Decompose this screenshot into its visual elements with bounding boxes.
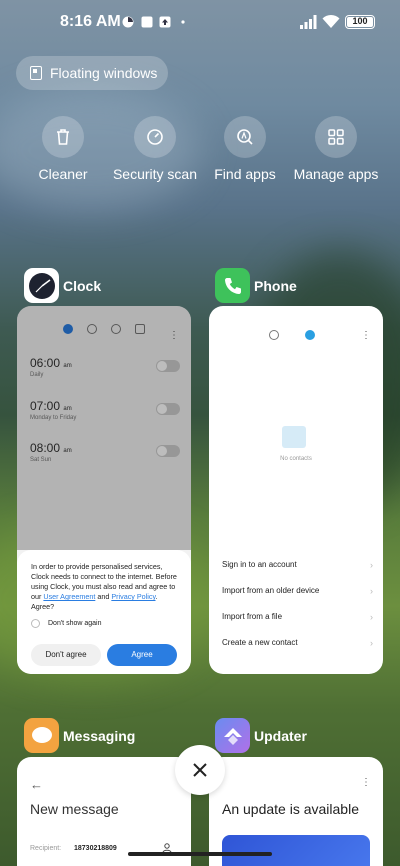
close-all-button[interactable] xyxy=(175,745,225,795)
app-name: Updater xyxy=(254,727,307,744)
tool-label: Find apps xyxy=(214,166,276,182)
contacts-tab-icon xyxy=(305,330,315,340)
signal-icon xyxy=(300,15,317,29)
messaging-app-icon xyxy=(24,718,59,753)
find-apps-icon xyxy=(237,129,253,145)
consent-text: In order to provide personalised service… xyxy=(31,562,177,611)
dont-show-again-checkbox[interactable]: Don't show again xyxy=(31,619,177,628)
clock-card[interactable]: ⋮ 06:00 am Daily 07:00 am Monday to Frid… xyxy=(17,306,191,674)
update-banner xyxy=(222,835,370,866)
battery-level: 100 xyxy=(352,16,368,26)
trash-icon xyxy=(57,129,69,145)
app-name: Messaging xyxy=(63,727,136,744)
call-log-icon xyxy=(269,330,279,340)
app-header-phone[interactable]: Phone xyxy=(215,268,297,303)
create-contact-option[interactable]: Create a new contact › xyxy=(222,630,373,656)
dont-agree-button[interactable]: Don't agree xyxy=(31,644,101,666)
phone-card[interactable]: ⋮ No contacts Sign in to an account › Imp… xyxy=(209,306,383,674)
tool-label: Security scan xyxy=(112,166,198,182)
app-notification-icon xyxy=(141,16,153,28)
import-older-device-option[interactable]: Import from an older device › xyxy=(222,578,373,604)
import-file-option[interactable]: Import from a file › xyxy=(222,604,373,630)
floating-windows-label: Floating windows xyxy=(50,65,158,81)
tool-label: Cleaner xyxy=(38,166,88,182)
wifi-icon xyxy=(322,14,340,28)
dim-overlay xyxy=(17,306,191,550)
status-bar: 8:16 AM 100 xyxy=(0,10,400,36)
chevron-right-icon: › xyxy=(370,560,373,570)
tool-security-scan[interactable]: Security scan xyxy=(110,116,200,183)
contact-placeholder-icon xyxy=(282,426,306,448)
app-header-updater[interactable]: Updater xyxy=(215,718,307,753)
floating-window-icon xyxy=(30,66,42,80)
chevron-right-icon: › xyxy=(370,586,373,596)
tool-label: Manage apps xyxy=(293,166,379,182)
recipient-value: 18730218809 xyxy=(74,845,117,852)
user-agreement-link[interactable]: User Agreement xyxy=(43,592,95,601)
recipient-label: Recipient: xyxy=(30,845,62,852)
more-icon: ⋮ xyxy=(361,777,371,788)
app-name: Phone xyxy=(254,277,297,294)
privacy-policy-link[interactable]: Privacy Policy xyxy=(111,592,155,601)
status-time: 8:16 AM xyxy=(60,13,121,30)
tool-cleaner[interactable]: Cleaner xyxy=(18,116,108,183)
updater-app-icon xyxy=(215,718,250,753)
shield-gauge-icon xyxy=(147,129,163,145)
back-arrow-icon: ← xyxy=(30,777,43,792)
battery-indicator: 100 xyxy=(345,15,375,29)
chevron-right-icon: › xyxy=(370,638,373,648)
app-header-messaging[interactable]: Messaging xyxy=(24,718,135,753)
more-icon: ⋮ xyxy=(361,330,371,341)
home-indicator[interactable] xyxy=(128,852,272,856)
chevron-right-icon: › xyxy=(370,612,373,622)
sign-in-option[interactable]: Sign in to an account › xyxy=(222,552,373,578)
dot-icon xyxy=(181,20,185,24)
phone-app-icon xyxy=(215,268,250,303)
notification-icon xyxy=(122,16,134,28)
phone-options-list: Sign in to an account › Import from an ol… xyxy=(222,552,373,656)
floating-windows-button[interactable]: Floating windows xyxy=(16,56,168,90)
new-message-title: New message xyxy=(30,801,119,817)
clock-app-icon xyxy=(24,268,59,303)
tool-find-apps[interactable]: Find apps xyxy=(200,116,290,183)
agree-button[interactable]: Agree xyxy=(107,644,177,666)
app-name: Clock xyxy=(63,277,102,294)
messaging-card[interactable]: ← New message Recipient: 18730218809 xyxy=(17,757,191,866)
empty-state-label: No contacts xyxy=(280,456,312,462)
close-icon xyxy=(193,763,207,777)
update-title: An update is available xyxy=(222,801,359,817)
checkbox-label: Don't show again xyxy=(48,620,102,627)
app-header-clock[interactable]: Clock xyxy=(24,268,101,303)
upload-icon xyxy=(159,16,171,28)
grid-icon xyxy=(328,129,344,145)
tool-manage-apps[interactable]: Manage apps xyxy=(291,116,381,183)
consent-dialog: In order to provide personalised service… xyxy=(17,550,191,674)
updater-card[interactable]: ⋮ An update is available xyxy=(209,757,383,866)
